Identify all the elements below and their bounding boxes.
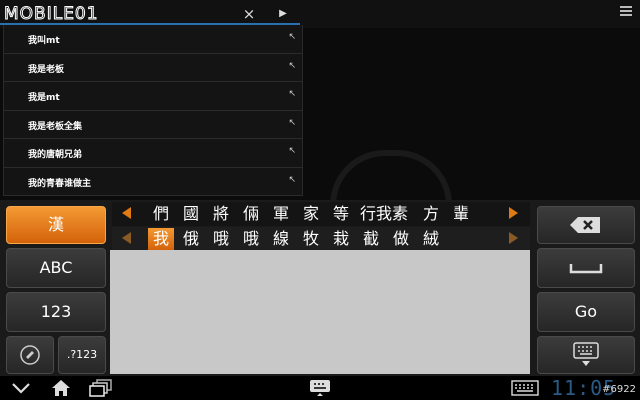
svg-text:MOBILE01: MOBILE01 [4,4,99,24]
suggestion-item[interactable]: 我的唐朝兄弟 ↖ [4,139,302,168]
menu-icon[interactable] [620,6,632,18]
candidate[interactable]: 線 [268,228,294,250]
space-icon [569,264,603,274]
candidate-next-icon[interactable] [509,207,518,219]
onscreen-keyboard: 漢 ABC 123 .?123 們 國 將 倆 軍 家 等 行我素 方 輩 我 … [0,200,640,376]
suggestion-text: 我是老板全集 [28,121,83,132]
numeric-mode-key[interactable]: 123 [6,292,106,332]
suggestion-item[interactable]: 我是老板全集 ↖ [4,111,302,139]
home-icon[interactable] [51,379,71,397]
abc-mode-key[interactable]: ABC [6,248,106,288]
clear-icon[interactable]: × [240,5,258,23]
candidate[interactable]: 家 [298,203,324,225]
candidate[interactable]: 等 [328,203,354,225]
space-key[interactable] [537,248,635,288]
insert-arrow-icon[interactable]: ↖ [288,118,296,128]
system-bar: 11:05 #6922 [0,376,640,400]
recent-apps-icon[interactable] [89,379,113,397]
candidate[interactable]: 軍 [268,203,294,225]
insert-arrow-icon[interactable]: ↖ [288,146,296,156]
suggestion-list: 我叫mt ↖ 我是老板 ↖ 我是mt ↖ 我是老板全集 ↖ 我的唐朝兄弟 ↖ 我的青春谁做… [3,25,303,196]
candidate[interactable]: 牧 [298,228,324,250]
candidate[interactable]: 將 [208,203,234,225]
suggestion-item[interactable]: 我是老板 ↖ [4,54,302,82]
watermark-text: #6922 [602,384,636,395]
candidate[interactable]: 國 [178,203,204,225]
go-key[interactable]: Go [537,292,635,332]
backspace-icon [570,217,600,233]
candidate[interactable]: 哦 [208,228,234,250]
suggestion-item[interactable]: 我是mt ↖ [4,82,302,111]
suggestion-text: 我叫mt [28,36,60,46]
candidate[interactable]: 方 [418,203,444,225]
candidate[interactable]: 做 [388,228,414,250]
chinese-mode-key[interactable]: 漢 [6,206,106,244]
candidate-prev-icon[interactable] [122,207,131,219]
insert-arrow-icon[interactable]: ↖ [288,89,296,99]
handwriting-key[interactable] [6,336,54,374]
candidate[interactable]: 俄 [178,228,204,250]
candidate[interactable]: 栽 [328,228,354,250]
candidate[interactable]: 們 [148,203,174,225]
symbols-key[interactable]: .?123 [58,336,106,374]
backspace-key[interactable] [537,206,635,244]
background-decoration [330,150,452,206]
suggestion-item[interactable]: 我的青春谁做主 ↖ [4,168,302,196]
handwriting-icon [20,345,40,365]
candidate-row-secondary: 我 俄 哦 哦 線 牧 栽 截 做 絨 [112,227,530,251]
candidate-selected[interactable]: 我 [148,228,174,250]
handwriting-area[interactable] [110,250,530,374]
mobile01-logo: MOBILE01 [4,4,99,25]
candidate[interactable]: 絨 [418,228,444,250]
candidate[interactable]: 哦 [238,228,264,250]
candidate[interactable]: 輩 [448,203,474,225]
hide-keyboard-key[interactable] [537,336,635,374]
suggestion-item[interactable]: 我叫mt ↖ [4,25,302,54]
suggestion-text: 我是老板 [28,64,65,75]
candidate-prev-icon[interactable] [122,232,131,244]
suggestion-text: 我是mt [28,93,60,103]
candidate[interactable]: 截 [358,228,384,250]
back-icon[interactable] [10,380,32,396]
insert-arrow-icon[interactable]: ↖ [288,32,296,42]
candidate[interactable]: 倆 [238,203,264,225]
insert-arrow-icon[interactable]: ↖ [288,61,296,71]
keyboard-status-icon [511,380,539,396]
suggestion-text: 我的唐朝兄弟 [28,150,83,160]
insert-arrow-icon[interactable]: ↖ [288,175,296,185]
app-drawer-icon[interactable] [309,379,331,397]
search-bar[interactable]: MOBILE01 × ▶ [0,0,640,28]
candidate-row-primary: 們 國 將 倆 軍 家 等 行我素 方 輩 [112,202,530,226]
hide-keyboard-icon [573,342,599,366]
candidate-next-icon[interactable] [509,232,518,244]
go-arrow-icon[interactable]: ▶ [276,5,290,23]
suggestion-text: 我的青春谁做主 [28,178,92,189]
candidate[interactable]: 行我素 [356,203,412,225]
